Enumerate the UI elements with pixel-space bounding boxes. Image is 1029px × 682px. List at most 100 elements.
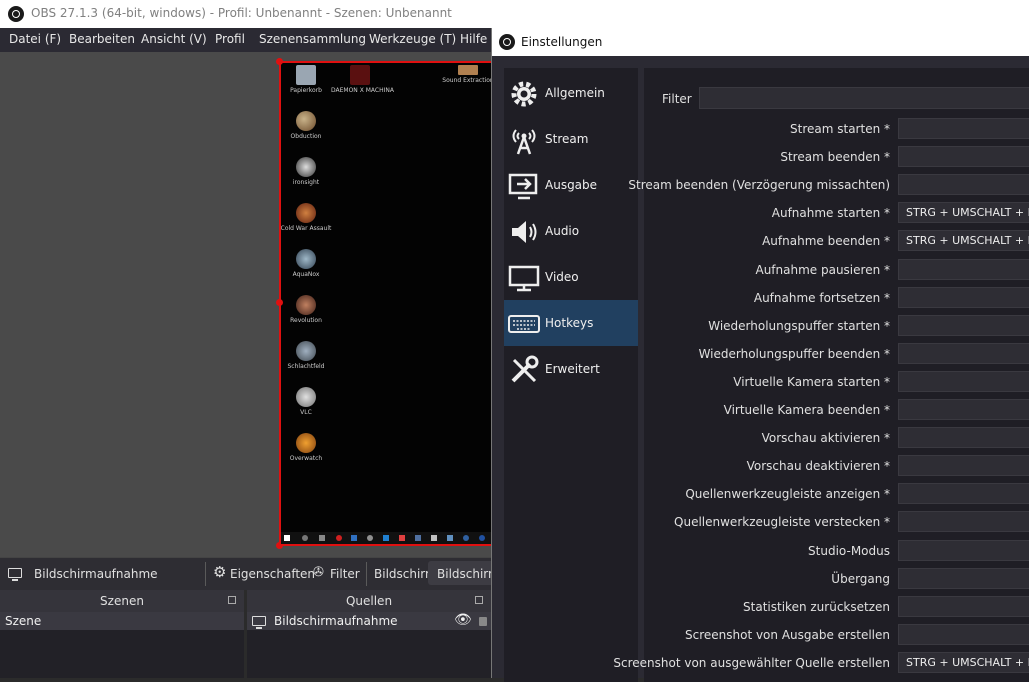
- vlc-icon: [296, 387, 316, 407]
- hotkey-label: Vorschau deaktivieren *: [746, 459, 890, 473]
- hotkey-input[interactable]: [898, 259, 1029, 280]
- hotkey-label: Aufnahme fortsetzen *: [753, 291, 890, 305]
- hotkey-input[interactable]: [898, 540, 1029, 561]
- hotkey-label: Aufnahme pausieren *: [755, 263, 890, 277]
- hotkey-input[interactable]: [898, 118, 1029, 139]
- hotkey-input[interactable]: [898, 427, 1029, 448]
- hotkey-label: Virtuelle Kamera starten *: [733, 375, 890, 389]
- category-erweitert[interactable]: Erweitert: [504, 346, 638, 392]
- resize-handle[interactable]: [276, 58, 283, 65]
- hotkey-input[interactable]: [898, 483, 1029, 504]
- app-icon: [479, 535, 485, 541]
- category-ausgabe[interactable]: Ausgabe: [504, 162, 638, 208]
- settings-title-bar: Einstellungen: [492, 28, 1029, 56]
- hotkey-label: Stream beenden (Verzögerung missachten): [628, 178, 890, 192]
- category-video[interactable]: Video: [504, 254, 638, 300]
- filter-icon[interactable]: ✇: [313, 565, 324, 580]
- hotkey-input[interactable]: [898, 343, 1029, 364]
- menu-bearbeiten[interactable]: Bearbeiten: [69, 32, 135, 46]
- app-icon: [463, 535, 469, 541]
- category-stream[interactable]: Stream: [504, 116, 638, 162]
- desktop-icon: Overwatch: [277, 433, 335, 462]
- hotkey-label: Wiederholungspuffer starten *: [708, 319, 890, 333]
- scenes-dock-title: Szenen: [100, 594, 144, 608]
- menu-szenensammlung[interactable]: Szenensammlung: [259, 32, 366, 46]
- lock-icon[interactable]: [479, 617, 487, 626]
- obs-logo-icon: [8, 6, 24, 22]
- hotkey-input[interactable]: STRG + UMSCHALT + R: [898, 652, 1029, 673]
- desktop-icon: Revolution: [277, 295, 335, 324]
- selected-source-name: Bildschirmaufnahme: [34, 567, 158, 581]
- float-dock-icon[interactable]: [475, 596, 483, 604]
- app-icon: [447, 535, 453, 541]
- hotkey-input[interactable]: [898, 596, 1029, 617]
- desktop-icon: AquaNox: [277, 249, 335, 278]
- source-list-item[interactable]: Bildschirmaufnahme 👁: [247, 612, 491, 630]
- filter-label: Filter: [662, 92, 692, 106]
- app-icon: [415, 535, 421, 541]
- desktop-icon: DAEMON X MACHINA: [331, 65, 394, 94]
- search-icon: [302, 535, 308, 541]
- hotkey-input[interactable]: [898, 315, 1029, 336]
- scene-list-item[interactable]: Szene: [0, 612, 244, 630]
- game-icon: [350, 65, 370, 85]
- hotkey-input[interactable]: [898, 568, 1029, 589]
- filter-input[interactable]: [699, 87, 1029, 109]
- desktop-icon: Schlachtfeld: [277, 341, 335, 370]
- game-icon: [296, 341, 316, 361]
- menu-ansicht[interactable]: Ansicht (V): [141, 32, 207, 46]
- menu-werkzeuge[interactable]: Werkzeuge (T): [369, 32, 456, 46]
- source-name: Bildschirmaufnahme: [274, 614, 398, 628]
- windows-start-icon: [284, 535, 290, 541]
- menu-datei[interactable]: Datei (F): [9, 32, 61, 46]
- settings-dialog: Einstellungen Allgemein Stream Ausgabe A…: [491, 28, 1029, 682]
- desktop-icon: Obduction: [277, 111, 335, 140]
- hotkey-label: Screenshot von Ausgabe erstellen: [684, 628, 890, 642]
- desktop-taskbar: [281, 532, 491, 544]
- keyboard-icon: [508, 315, 540, 333]
- game-icon: [296, 249, 316, 269]
- desktop-icon: Cold War Assault: [277, 203, 335, 232]
- scenes-dock: Szenen Szene: [0, 590, 244, 678]
- hotkey-input[interactable]: [898, 511, 1029, 532]
- desktop-icon: VLC: [277, 387, 335, 416]
- main-title-bar: OBS 27.1.3 (64-bit, windows) - Profil: U…: [0, 0, 1029, 28]
- menu-hilfe[interactable]: Hilfe: [460, 32, 487, 46]
- gear-icon[interactable]: ⚙: [213, 563, 226, 581]
- properties-button[interactable]: Eigenschaften: [230, 567, 315, 581]
- hotkey-input[interactable]: [898, 399, 1029, 420]
- hotkey-input[interactable]: STRG + UMSCHALT + E: [898, 230, 1029, 251]
- app-icon: [367, 535, 373, 541]
- hotkey-input[interactable]: [898, 624, 1029, 645]
- hotkey-label: Aufnahme beenden *: [762, 234, 890, 248]
- resize-handle[interactable]: [276, 299, 283, 306]
- category-allgemein[interactable]: Allgemein: [504, 70, 638, 116]
- menu-profil[interactable]: Profil: [215, 32, 245, 46]
- hotkey-label: Quellenwerkzeugleiste anzeigen *: [685, 487, 890, 501]
- monitor-icon: [508, 265, 540, 292]
- scenes-dock-header: Szenen: [0, 590, 244, 612]
- output-icon: [508, 173, 538, 200]
- hotkey-label: Wiederholungspuffer beenden *: [698, 347, 890, 361]
- sources-dock-title: Quellen: [345, 594, 393, 608]
- hotkey-label: Studio-Modus: [808, 544, 890, 558]
- eye-visibility-icon[interactable]: 👁: [454, 612, 472, 628]
- hotkey-input[interactable]: [898, 455, 1029, 476]
- screen-capture-preview[interactable]: Papierkorb DAEMON X MACHINA Sound Extrac…: [277, 61, 494, 546]
- hotkey-input[interactable]: [898, 287, 1029, 308]
- hotkey-label: Aufnahme starten *: [771, 206, 890, 220]
- game-icon: [296, 157, 316, 177]
- app-icon: [336, 535, 342, 541]
- float-dock-icon[interactable]: [228, 596, 236, 604]
- hotkey-input[interactable]: STRG + UMSCHALT + E: [898, 202, 1029, 223]
- app-icon: [458, 65, 478, 75]
- sources-dock-header: Quellen: [247, 590, 491, 612]
- sources-dock: Quellen Bildschirmaufnahme 👁: [247, 590, 491, 678]
- filters-button[interactable]: Filter: [330, 567, 360, 581]
- hotkey-input[interactable]: [898, 174, 1029, 195]
- category-hotkeys[interactable]: Hotkeys: [504, 300, 638, 346]
- app-icon: [431, 535, 437, 541]
- hotkey-input[interactable]: [898, 371, 1029, 392]
- hotkey-input[interactable]: [898, 146, 1029, 167]
- category-audio[interactable]: Audio: [504, 208, 638, 254]
